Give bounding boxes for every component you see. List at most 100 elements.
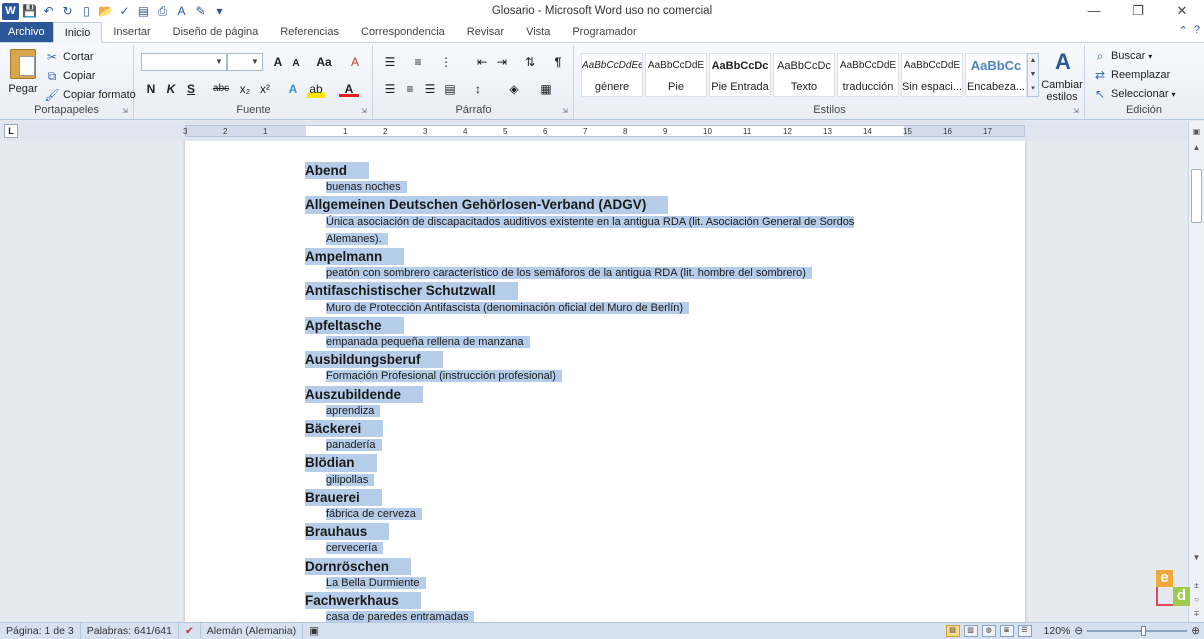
tab-inicio[interactable]: Inicio	[52, 22, 103, 43]
italic-button[interactable]: K	[161, 80, 181, 98]
tab-selector[interactable]: L	[4, 124, 18, 138]
align-right-icon[interactable]: ☰	[420, 80, 440, 98]
font-name-combo[interactable]: ▼	[141, 53, 227, 71]
draft-view-icon[interactable]: ☰	[1017, 625, 1032, 637]
glossary-entry[interactable]: Ausbildungsberuf Formación Profesional (i…	[305, 351, 905, 385]
zoom-in-icon[interactable]: ⊕	[1191, 625, 1200, 637]
style-item[interactable]: AaBbCcDdE Pie	[645, 53, 707, 97]
glossary-entry[interactable]: Apfeltasche empanada pequeña rellena de m…	[305, 316, 905, 351]
print-preview-icon[interactable]: ▤	[135, 3, 152, 20]
bullets-icon[interactable]: ☰	[380, 53, 400, 71]
ruler-toggle-icon[interactable]: ▣	[1190, 125, 1203, 138]
paste-button[interactable]: Pegar	[6, 47, 40, 103]
paragraph-dialog-launcher[interactable]: ⇲	[562, 108, 570, 116]
language-indicator[interactable]: Alemán (Alemania)	[201, 623, 304, 639]
zoom-slider[interactable]	[1087, 626, 1188, 636]
copy-button[interactable]: ⧉ Copiar	[44, 68, 96, 84]
style-item[interactable]: AaBbCcDdE traducción	[837, 53, 899, 97]
proofing-icon[interactable]: ✔	[179, 623, 201, 639]
underline-button[interactable]: S	[181, 80, 201, 98]
glossary-entry[interactable]: Ampelmann peatón con sombrero característ…	[305, 247, 905, 282]
zoom-level[interactable]: 120%	[1044, 625, 1071, 637]
document-content[interactable]: Abend buenas noches Allgemeinen Deutschen …	[305, 162, 905, 622]
subscript-button[interactable]: x₂	[235, 80, 255, 98]
track-changes-icon[interactable]: ✎	[192, 3, 209, 20]
zoom-slider-thumb[interactable]	[1141, 626, 1147, 636]
change-case-button[interactable]: Aa	[311, 53, 337, 71]
previous-page-icon[interactable]: ±	[1190, 579, 1203, 592]
multilevel-list-icon[interactable]: ⋮	[436, 53, 456, 71]
align-center-icon[interactable]: ≡	[400, 80, 420, 98]
macro-record-icon[interactable]: ▣	[303, 623, 325, 639]
font-size-combo[interactable]: ▼	[227, 53, 263, 71]
save-icon[interactable]: 💾	[21, 3, 38, 20]
scroll-down-icon[interactable]: ▼	[1190, 551, 1203, 564]
horizontal-ruler[interactable]: 3 2 1 1 2 3 4 5 6 7 8 9 10 11 12 13 14 15 16 17	[183, 125, 1025, 137]
style-item[interactable]: AaBbCcDc Texto	[773, 53, 835, 97]
scroll-thumb[interactable]	[1191, 169, 1202, 223]
increase-indent-icon[interactable]: ⇥	[492, 53, 512, 71]
web-layout-view-icon[interactable]: ◍	[981, 625, 996, 637]
show-marks-icon[interactable]: ¶	[548, 53, 568, 71]
glossary-entry[interactable]: Fachwerkhaus casa de paredes entramadas	[305, 591, 905, 622]
find-button[interactable]: ⌕ Buscar ▾	[1092, 48, 1153, 64]
tab-diseno-pagina[interactable]: Diseño de página	[162, 22, 270, 42]
new-document-icon[interactable]: ▯	[78, 3, 95, 20]
align-left-icon[interactable]: ☰	[380, 80, 400, 98]
tab-archivo[interactable]: Archivo	[0, 22, 53, 42]
style-item[interactable]: AaBbCc Encabeza...	[965, 53, 1027, 97]
cut-button[interactable]: ✂ Cortar	[44, 49, 94, 65]
help-icon[interactable]: ?	[1194, 24, 1200, 37]
quick-print-icon[interactable]: ⎙	[154, 3, 171, 20]
bold-button[interactable]: N	[141, 80, 161, 98]
glossary-entry[interactable]: Allgemeinen Deutschen Gehörlosen-Verband…	[305, 196, 905, 248]
outline-view-icon[interactable]: ≣	[999, 625, 1014, 637]
change-styles-button[interactable]: A Cambiar estilos	[1040, 45, 1085, 119]
text-effects-button[interactable]: A	[283, 80, 303, 98]
document-page[interactable]: Abend buenas noches Allgemeinen Deutschen …	[185, 141, 1025, 622]
sort-icon[interactable]: ⇅	[520, 53, 540, 71]
full-screen-view-icon[interactable]: ▥	[963, 625, 978, 637]
customize-qat-icon[interactable]: ▾	[211, 3, 228, 20]
glossary-entry[interactable]: Auszubildende aprendiza	[305, 385, 905, 420]
style-item[interactable]: AaBbCcDdEe génere	[581, 53, 643, 97]
glossary-entry[interactable]: Brauerei fábrica de cerveza	[305, 488, 905, 523]
strikethrough-button[interactable]: abc	[209, 80, 233, 98]
tab-referencias[interactable]: Referencias	[269, 22, 350, 42]
minimize-ribbon-icon[interactable]: ⌃	[1179, 24, 1188, 37]
glossary-entry[interactable]: Blödian gilipollas	[305, 454, 905, 488]
word-app-icon[interactable]: W	[2, 2, 19, 20]
minimize-button[interactable]: —	[1072, 0, 1116, 22]
replace-button[interactable]: ⇄ Reemplazar	[1092, 67, 1170, 83]
tab-programador[interactable]: Programador	[561, 22, 647, 42]
word-count[interactable]: Palabras: 641/641	[81, 623, 179, 639]
undo-icon[interactable]: ↶	[40, 3, 57, 20]
open-folder-icon[interactable]: 📂	[97, 3, 114, 20]
tab-revisar[interactable]: Revisar	[456, 22, 515, 42]
print-layout-view-icon[interactable]: ▤	[945, 625, 960, 637]
clipboard-dialog-launcher[interactable]: ⇲	[122, 108, 130, 116]
grow-font-button[interactable]: A	[268, 53, 288, 71]
format-painter-button[interactable]: 🖌 Copiar formato	[44, 87, 135, 103]
select-button[interactable]: ↖ Seleccionar ▾	[1092, 86, 1176, 102]
restore-button[interactable]: ❐	[1116, 0, 1160, 22]
spelling-icon[interactable]: ✓	[116, 3, 133, 20]
glossary-entry[interactable]: Antifaschistischer Schutzwall Muro de Pro…	[305, 282, 905, 316]
tab-vista[interactable]: Vista	[515, 22, 561, 42]
shading-icon[interactable]: ◈	[504, 80, 524, 98]
glossary-entry[interactable]: Bäckerei panadería	[305, 419, 905, 454]
tab-correspondencia[interactable]: Correspondencia	[350, 22, 456, 42]
borders-icon[interactable]: ▦	[536, 80, 556, 98]
font-color-button[interactable]: A	[339, 80, 359, 97]
superscript-button[interactable]: x²	[255, 80, 275, 98]
line-spacing-icon[interactable]: ↕	[468, 80, 488, 98]
glossary-entry[interactable]: Dornröschen La Bella Durmiente	[305, 557, 905, 592]
decrease-indent-icon[interactable]: ⇤	[472, 53, 492, 71]
glossary-entry[interactable]: Brauhaus cervecería	[305, 523, 905, 557]
redo-icon[interactable]: ↻	[59, 3, 76, 20]
numbering-icon[interactable]: ≡	[408, 53, 428, 71]
browse-object-icon[interactable]: ○	[1190, 593, 1203, 606]
zoom-out-icon[interactable]: ⊖	[1074, 625, 1083, 637]
style-item[interactable]: AaBbCcDdE Sin espaci...	[901, 53, 963, 97]
scroll-up-icon[interactable]: ▲	[1190, 141, 1203, 154]
